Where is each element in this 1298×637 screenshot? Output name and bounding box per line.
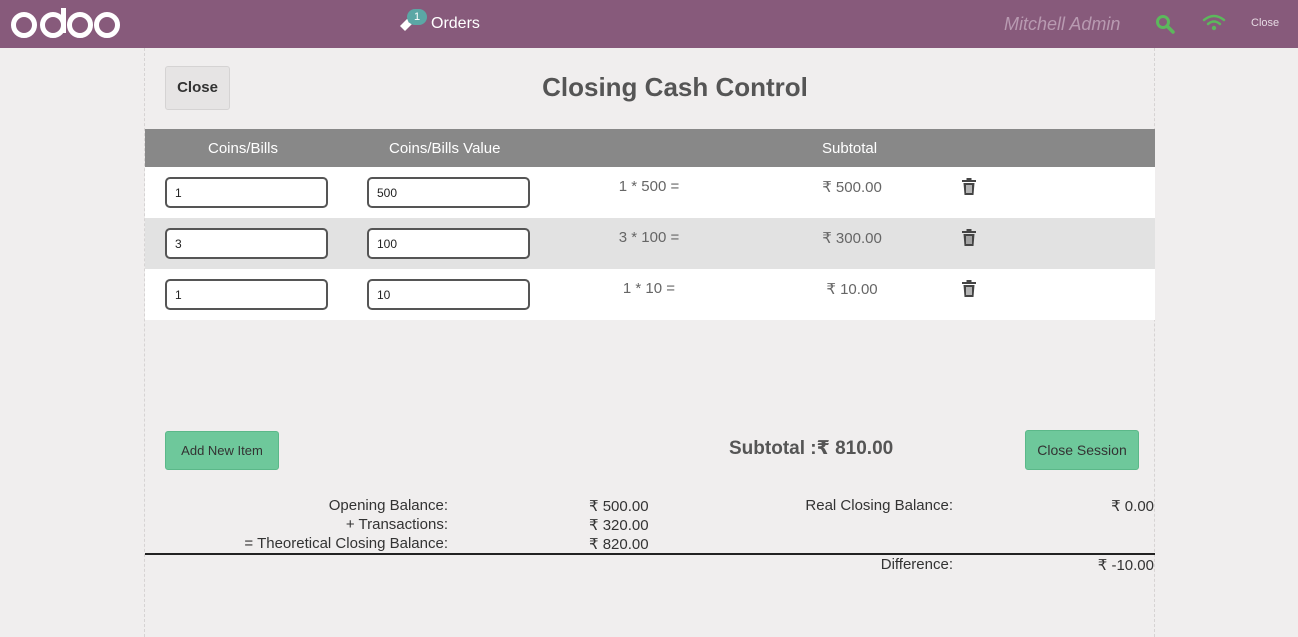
row-subtotal: ₹ 300.00 — [822, 230, 882, 247]
transactions-value: ₹ 320.00 — [589, 517, 649, 534]
odoo-logo — [11, 8, 120, 38]
cash-control-panel: Close Closing Cash Control Coins/Bills C… — [144, 48, 1155, 637]
real-closing-balance-label: Real Closing Balance: — [805, 497, 953, 514]
search-icon[interactable] — [1155, 14, 1175, 34]
orders-count-badge: 1 — [407, 9, 427, 25]
header-close-button[interactable]: Close — [1251, 17, 1279, 29]
row-subtotal: ₹ 500.00 — [822, 179, 882, 196]
orders-tab[interactable]: 1 Orders — [398, 9, 480, 38]
row-subtotal: ₹ 10.00 — [826, 281, 878, 298]
table-row: 3 * 100 = ₹ 300.00 — [145, 218, 1155, 269]
coin-value-input[interactable] — [367, 279, 530, 310]
balance-divider — [145, 553, 1155, 555]
add-new-item-button[interactable]: Add New Item — [165, 431, 279, 470]
table-row: 1 * 500 = ₹ 500.00 — [145, 167, 1155, 218]
table-row: 1 * 10 = ₹ 10.00 — [145, 269, 1155, 320]
coin-value-input[interactable] — [367, 177, 530, 208]
coin-value-input[interactable] — [367, 228, 530, 259]
trash-icon[interactable] — [961, 229, 977, 247]
column-subtotal: Subtotal — [822, 140, 878, 157]
difference-value: ₹ -10.00 — [1097, 557, 1154, 574]
coins-count-input[interactable] — [165, 177, 328, 208]
close-session-button[interactable]: Close Session — [1025, 430, 1139, 470]
row-formula: 1 * 10 = — [622, 280, 676, 297]
user-name: Mitchell Admin — [1004, 14, 1121, 34]
opening-balance-value: ₹ 500.00 — [589, 498, 649, 515]
coins-count-input[interactable] — [165, 228, 328, 259]
theoretical-balance-label: = Theoretical Closing Balance: — [244, 535, 448, 552]
opening-balance-label: Opening Balance: — [328, 497, 448, 514]
column-coins-bills: Coins/Bills — [208, 140, 279, 157]
wifi-icon — [1202, 14, 1226, 31]
page-title: Closing Cash Control — [542, 72, 808, 102]
coins-count-input[interactable] — [165, 279, 328, 310]
row-formula: 3 * 100 = — [618, 229, 680, 246]
column-coins-bills-value: Coins/Bills Value — [389, 140, 501, 157]
table-header: Coins/Bills Coins/Bills Value Subtotal — [145, 129, 1155, 167]
subtotal-total: Subtotal :₹ 810.00 — [729, 438, 894, 459]
transactions-label: + Transactions: — [345, 516, 448, 533]
top-bar: 1 Orders Mitchell Admin Close — [0, 0, 1298, 48]
difference-label: Difference: — [880, 556, 953, 573]
tag-icon: 1 — [398, 9, 427, 33]
trash-icon[interactable] — [961, 178, 977, 196]
orders-label: Orders — [431, 15, 480, 32]
row-formula: 1 * 500 = — [618, 178, 680, 195]
real-closing-balance-value: ₹ 0.00 — [1111, 498, 1154, 515]
trash-icon[interactable] — [961, 280, 977, 298]
theoretical-balance-value: ₹ 820.00 — [589, 536, 649, 553]
